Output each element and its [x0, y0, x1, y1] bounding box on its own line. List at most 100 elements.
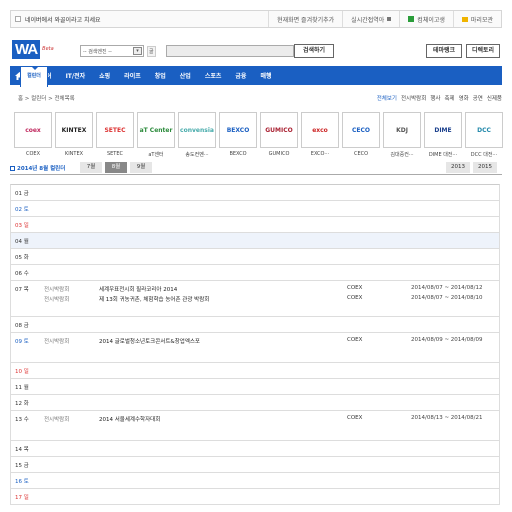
venue-name[interactable]: aT센터 [137, 151, 175, 158]
venue-item[interactable]: GUMICO GUMICO [260, 112, 298, 158]
realtime-link[interactable]: 실시간접역아 [342, 11, 399, 27]
login-link[interactable]: 컴체이고생 [399, 11, 453, 27]
venue-logo[interactable]: convensia [178, 112, 216, 148]
bookmark-label: 현재화면 즐겨찾기추가 [277, 16, 335, 24]
venue-name[interactable]: GUMICO [260, 151, 298, 157]
filter-all[interactable]: 전체보기 [377, 94, 397, 102]
venue-logo[interactable]: CECO [342, 112, 380, 148]
filter-exhibition[interactable]: 전시박람회 [401, 94, 426, 102]
tab-july[interactable]: 7월 [80, 162, 102, 173]
venue-name[interactable]: KINTEX [55, 151, 93, 157]
directory-button[interactable]: 디렉토리 [466, 44, 500, 58]
arrow-icon [387, 17, 392, 21]
year-next-button[interactable]: 2015 [473, 162, 497, 173]
venue-name[interactable]: COEX [14, 151, 52, 157]
filter-performance[interactable]: 공연 [473, 94, 483, 102]
month-title: 2014년 8월 컬린더 [10, 164, 65, 172]
venue-name[interactable]: EXCO··· [301, 151, 339, 157]
nav-item-finance[interactable]: 금융 [228, 71, 253, 80]
logo-wa: WA [12, 40, 41, 59]
day-label: 16 토 [15, 479, 29, 485]
day-label: 08 금 [15, 323, 29, 329]
venue-name[interactable]: SETEC [96, 151, 134, 157]
checkbox-icon[interactable] [15, 16, 21, 22]
search-label: 골 [147, 46, 156, 57]
calendar-row: 08 금 [11, 317, 499, 333]
nav-item-startup[interactable]: 창업 [148, 71, 173, 80]
search-button[interactable]: 검색하기 [294, 44, 334, 58]
venue-item[interactable]: exco EXCO··· [301, 112, 339, 158]
venue-logo[interactable]: KINTEX [55, 112, 93, 148]
venue-item[interactable]: BEXCO BEXCO [219, 112, 257, 158]
venue-item[interactable]: convensia 송도컨벤··· [178, 112, 216, 158]
venue-item[interactable]: DCC DCC 대전··· [465, 112, 503, 158]
site-logo[interactable]: WA Beta [12, 40, 54, 59]
search-input[interactable] [166, 45, 294, 57]
venue-item[interactable]: KINTEX KINTEX [55, 112, 93, 158]
month-title-text: 2014년 8월 컬린더 [17, 166, 66, 172]
venue-name[interactable]: BEXCO [219, 151, 257, 157]
main-nav: 미디어 IT/전자 쇼핑 라이프 창업 산업 스포츠 금융 매행 컬린더 [10, 66, 502, 87]
calendar-row: 05 화 [11, 249, 499, 265]
venue-item[interactable]: aT Center aT센터 [137, 112, 175, 158]
nav-item-industry[interactable]: 산업 [173, 71, 198, 80]
theme-rank-button[interactable]: 테마랭크 [426, 44, 462, 58]
event-category: 전시박람회 [44, 339, 70, 345]
day-label: 04 월 [15, 239, 29, 245]
filter-new-product[interactable]: 신제품 [487, 94, 502, 102]
search-engine-select[interactable]: -- 검색엔진 -- ▾ [80, 45, 144, 57]
venue-name[interactable]: CECO [342, 151, 380, 157]
venue-logo[interactable]: exco [301, 112, 339, 148]
venue-logo[interactable]: aT Center [137, 112, 175, 148]
tab-september[interactable]: 9월 [130, 162, 152, 173]
nav-item-life[interactable]: 라이프 [117, 71, 148, 80]
nav-item-calendar[interactable]: 컬린더 [20, 66, 48, 87]
bookmark-link[interactable]: 현재화면 즐겨찾기추가 [268, 11, 342, 27]
year-prev-button[interactable]: 2013 [446, 162, 470, 173]
venue-item[interactable]: KDJ 김대중컨··· [383, 112, 421, 158]
nav-item-sports[interactable]: 스포츠 [198, 71, 229, 80]
day-label: 02 토 [15, 207, 29, 213]
calendar-row: 17 일 [11, 489, 499, 505]
nav-item-shopping[interactable]: 쇼핑 [92, 71, 117, 80]
blog-link[interactable]: 마리모관 [452, 11, 501, 27]
venue-logo[interactable]: GUMICO [260, 112, 298, 148]
venue-name[interactable]: 송도컨벤··· [178, 151, 216, 158]
venue-logo[interactable]: SETEC [96, 112, 134, 148]
nav-item-travel[interactable]: 매행 [253, 71, 278, 80]
calendar-row: 16 토 [11, 473, 499, 489]
chevron-down-icon: ▾ [133, 47, 142, 55]
venue-logo[interactable]: BEXCO [219, 112, 257, 148]
event-title[interactable]: 제 13회 귀농귀촌, 체험학습 농어촌 관광 박람회 [99, 295, 209, 303]
venue-logo[interactable]: coex [14, 112, 52, 148]
nav-item-it[interactable]: IT/전자 [59, 71, 93, 80]
event-title[interactable]: 2014 글로벌청소년토크콘서트&창업엑스포 [99, 337, 200, 345]
venue-logo[interactable]: KDJ [383, 112, 421, 148]
venue-name[interactable]: 김대중컨··· [383, 151, 421, 158]
event-title[interactable]: 2014 서울세계수학자대회 [99, 415, 160, 423]
event-title[interactable]: 세계우표전시회 필라코리아 2014 [99, 285, 177, 293]
calendar-row: 03 일 [11, 217, 499, 233]
venue-list: coex COEX KINTEX KINTEX SETEC SETEC aT Center a… [14, 112, 503, 158]
venue-item[interactable]: DIME DIME 대전··· [424, 112, 462, 158]
venue-logo[interactable]: DCC [465, 112, 503, 148]
venue-item[interactable]: CECO CECO [342, 112, 380, 158]
filter-movie[interactable]: 영화 [459, 94, 469, 102]
day-label: 09 토 [15, 339, 29, 345]
event-venue: COEX [347, 295, 363, 301]
venue-logo[interactable]: DIME [424, 112, 462, 148]
filter-event[interactable]: 행사 [430, 94, 440, 102]
top-utility-bar: 네이버에서 와골이라고 치세요 현재화면 즐겨찾기추가 실시간접역아 컴체이고생… [10, 10, 502, 28]
day-label: 10 일 [15, 369, 29, 375]
filter-festival[interactable]: 축제 [444, 94, 454, 102]
calendar-row: 14 목 [11, 441, 499, 457]
venue-name[interactable]: DCC 대전··· [465, 151, 503, 158]
calendar-list: 01 금 02 토 03 일 04 월 05 화 06 수 07 목 전시박람회 세계우표전시회… [10, 184, 500, 505]
venue-item[interactable]: SETEC SETEC [96, 112, 134, 158]
breadcrumb: 홈 > 컬린더 > 전체목록 [18, 96, 75, 102]
venue-item[interactable]: coex COEX [14, 112, 52, 158]
venue-name[interactable]: DIME 대전··· [424, 151, 462, 158]
tab-august[interactable]: 8월 [105, 162, 127, 173]
calendar-row: 06 수 [11, 265, 499, 281]
calendar-row: 10 일 [11, 363, 499, 379]
